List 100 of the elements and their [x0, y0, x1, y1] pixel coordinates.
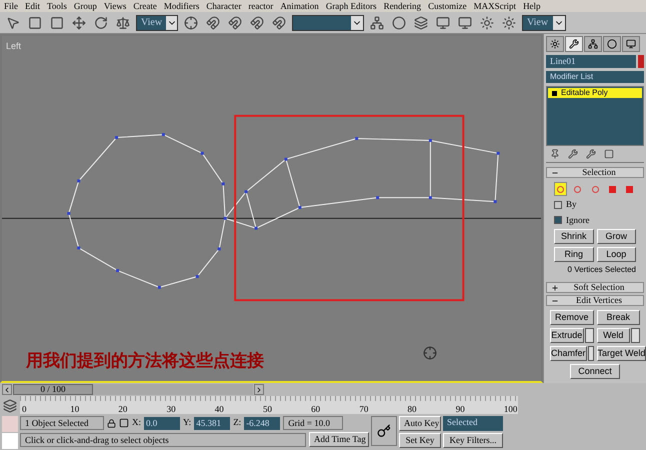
ruler-label: 90: [456, 404, 466, 414]
snap-icon[interactable]: [204, 14, 222, 32]
stack-item[interactable]: Editable Poly: [548, 88, 642, 98]
show-result-icon: [568, 149, 578, 160]
panel-button[interactable]: Shrink: [554, 229, 594, 244]
panel-button[interactable]: Weld: [596, 328, 630, 343]
named-selection-field[interactable]: [292, 14, 364, 30]
menu-item[interactable]: reactor: [248, 0, 274, 12]
panel-tab-icon[interactable]: [588, 39, 598, 49]
toolbar-dropdown[interactable]: View: [522, 14, 566, 30]
color-swatch: [2, 433, 18, 449]
menu-item[interactable]: Character: [206, 0, 242, 12]
panel-button[interactable]: Chamfer: [550, 346, 587, 361]
grid-status: Grid = 10.0: [283, 416, 344, 430]
panel-button[interactable]: Extrude: [550, 328, 584, 343]
menu-item[interactable]: Views: [104, 0, 126, 12]
key-filters-button[interactable]: Key Filters...: [443, 433, 503, 448]
rollout-title: Edit Vertices: [574, 296, 624, 305]
move-icon[interactable]: [70, 14, 88, 32]
menu-item[interactable]: Modifiers: [164, 0, 200, 12]
ruler-label: 60: [311, 404, 322, 414]
panel-tab-icon[interactable]: [607, 39, 617, 49]
rollout-header[interactable]: Soft Selection: [546, 282, 644, 293]
y-coordinate-field[interactable]: 45.381: [194, 416, 230, 430]
layers-icon[interactable]: [412, 14, 430, 32]
modifier-stack[interactable]: Editable Poly: [546, 86, 644, 146]
mirror-icon[interactable]: [368, 14, 386, 32]
make-unique-icon: [586, 149, 596, 160]
panel-tab[interactable]: [565, 36, 583, 52]
settings-icon[interactable]: [588, 346, 594, 361]
z-coordinate-field[interactable]: -6.248: [244, 416, 280, 430]
modifier-list-dropdown[interactable]: Modifier List: [546, 71, 644, 83]
ruler-label: 50: [262, 404, 273, 414]
set-key-icon[interactable]: [371, 416, 397, 446]
panel-tab-icon[interactable]: [550, 39, 560, 49]
menu-item[interactable]: Graph Editors: [326, 0, 377, 12]
panel-button[interactable]: Connect: [570, 364, 620, 379]
rollout-header[interactable]: Selection: [546, 167, 644, 178]
object-name-field[interactable]: Line01: [546, 55, 636, 68]
checkbox-label: By: [566, 198, 577, 211]
x-coordinate-field[interactable]: 0.0: [144, 416, 180, 430]
align-icon[interactable]: [390, 14, 408, 32]
menu-item[interactable]: MAXScript: [474, 0, 516, 12]
panel-tab[interactable]: [622, 36, 640, 52]
panel-button[interactable]: Grow: [596, 229, 636, 244]
menu-item[interactable]: Help: [523, 0, 541, 12]
panel-button[interactable]: Remove: [550, 310, 594, 325]
ruler-label: 40: [214, 404, 225, 414]
panel-tab[interactable]: [546, 36, 564, 52]
prompt-text: Click or click-and-drag to select objects: [20, 432, 306, 446]
menu-item[interactable]: Create: [133, 0, 157, 12]
render-icon[interactable]: [500, 14, 518, 32]
angle-snap-icon[interactable]: [226, 14, 244, 32]
spinner-snap-icon[interactable]: [270, 14, 288, 32]
checkbox[interactable]: [554, 200, 562, 209]
ruler-label: 0: [22, 404, 28, 414]
rollout-header[interactable]: Edit Vertices: [546, 295, 644, 306]
menu-item[interactable]: Rendering: [384, 0, 422, 12]
selection-mode-button[interactable]: [554, 182, 568, 196]
pivot-icon[interactable]: [182, 14, 200, 32]
settings-icon[interactable]: [584, 328, 594, 343]
menu-item[interactable]: File: [4, 0, 18, 12]
menu-item[interactable]: Edit: [25, 0, 40, 12]
percent-snap-icon[interactable]: [248, 14, 266, 32]
checkbox[interactable]: [554, 216, 562, 224]
panel-button[interactable]: Ring: [554, 247, 594, 262]
auto-key-button[interactable]: Auto Key: [399, 416, 441, 431]
color-swatch: [2, 416, 18, 432]
x-label: X:: [132, 416, 141, 430]
selection-info: 0 Vertices Selected: [566, 264, 636, 276]
panel-button[interactable]: Target Weld: [596, 346, 646, 361]
y-label: Y:: [183, 416, 192, 430]
toolbar-dropdown[interactable]: View: [136, 14, 178, 30]
plus-icon[interactable]: [551, 284, 559, 292]
lock-icon: [107, 418, 116, 428]
material-icon[interactable]: [478, 14, 496, 32]
pin-stack-icon: [550, 149, 560, 160]
ruler-label: 80: [408, 404, 418, 414]
menu-item[interactable]: Group: [74, 0, 97, 12]
add-time-tag-button[interactable]: Add Time Tag: [309, 432, 369, 447]
panel-button[interactable]: Break: [596, 310, 640, 325]
menu-item[interactable]: Customize: [428, 0, 467, 12]
caption-text: 用我们提到的方法将这些点连接: [26, 350, 264, 372]
menu-item[interactable]: Animation: [280, 0, 319, 12]
track-bar-icon: [3, 399, 17, 413]
menu-item[interactable]: Tools: [47, 0, 67, 12]
crosshair-icon: [423, 346, 437, 360]
timeline-ruler[interactable]: 0 10 20 30 40 50 60 70 80 90 100: [20, 396, 518, 414]
key-mode-dropdown[interactable]: Selected: [443, 416, 503, 431]
time-slider-track[interactable]: 0 / 100: [13, 384, 253, 395]
panel-tab-icon[interactable]: [626, 39, 636, 49]
time-slider-thumb[interactable]: 0 / 100: [13, 384, 93, 395]
set-key-button[interactable]: Set Key: [399, 433, 441, 448]
object-color-swatch[interactable]: [638, 55, 644, 68]
panel-tab[interactable]: [603, 36, 621, 52]
settings-icon[interactable]: [631, 328, 640, 343]
panel-button[interactable]: Loop: [596, 247, 636, 262]
panel-tab[interactable]: [584, 36, 602, 52]
panel-tab-icon[interactable]: [569, 39, 579, 49]
ruler-label: 10: [70, 404, 80, 414]
